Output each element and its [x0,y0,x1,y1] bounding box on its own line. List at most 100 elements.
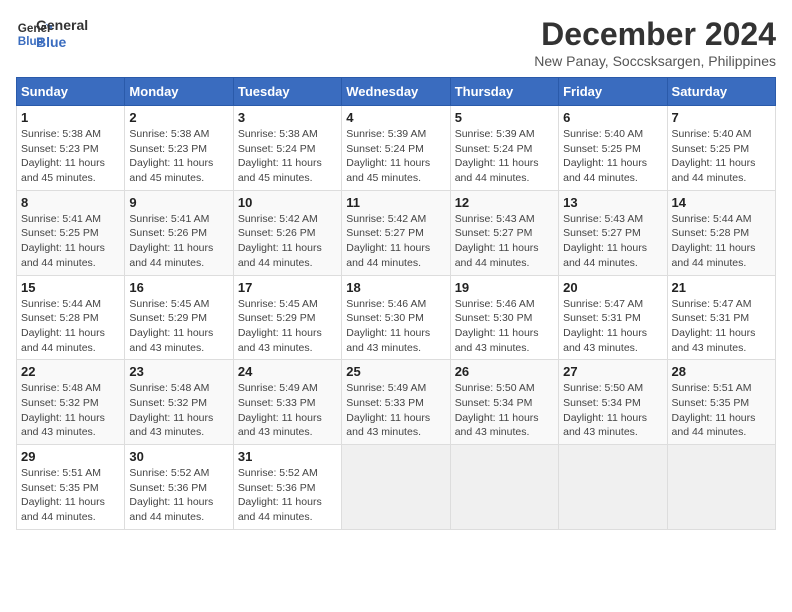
weekday-header-friday: Friday [559,78,667,106]
calendar-cell [559,445,667,530]
calendar-cell: 30 Sunrise: 5:52 AM Sunset: 5:36 PM Dayli… [125,445,233,530]
day-number: 10 [238,195,337,210]
calendar-cell: 31 Sunrise: 5:52 AM Sunset: 5:36 PM Dayli… [233,445,341,530]
calendar-cell: 18 Sunrise: 5:46 AM Sunset: 5:30 PM Dayli… [342,275,450,360]
day-number: 18 [346,280,445,295]
day-number: 22 [21,364,120,379]
day-info: Sunrise: 5:39 AM Sunset: 5:24 PM Dayligh… [346,127,445,186]
calendar-cell: 2 Sunrise: 5:38 AM Sunset: 5:23 PM Daylig… [125,106,233,191]
day-number: 24 [238,364,337,379]
day-info: Sunrise: 5:43 AM Sunset: 5:27 PM Dayligh… [563,212,662,271]
day-number: 8 [21,195,120,210]
day-number: 20 [563,280,662,295]
day-number: 27 [563,364,662,379]
day-number: 23 [129,364,228,379]
calendar-week-2: 8 Sunrise: 5:41 AM Sunset: 5:25 PM Daylig… [17,190,776,275]
logo-line1: General [36,17,88,34]
calendar-cell [342,445,450,530]
calendar-cell: 29 Sunrise: 5:51 AM Sunset: 5:35 PM Dayli… [17,445,125,530]
calendar-cell: 4 Sunrise: 5:39 AM Sunset: 5:24 PM Daylig… [342,106,450,191]
day-number: 19 [455,280,554,295]
weekday-header-wednesday: Wednesday [342,78,450,106]
day-info: Sunrise: 5:41 AM Sunset: 5:26 PM Dayligh… [129,212,228,271]
day-info: Sunrise: 5:52 AM Sunset: 5:36 PM Dayligh… [129,466,228,525]
calendar-week-3: 15Sunrise: 5:44 AM Sunset: 5:28 PM Dayli… [17,275,776,360]
calendar-cell: 3 Sunrise: 5:38 AM Sunset: 5:24 PM Daylig… [233,106,341,191]
day-number: 28 [672,364,771,379]
calendar-cell [450,445,558,530]
calendar-cell: 12 Sunrise: 5:43 AM Sunset: 5:27 PM Dayli… [450,190,558,275]
day-info: Sunrise: 5:39 AM Sunset: 5:24 PM Dayligh… [455,127,554,186]
day-info: Sunrise: 5:47 AM Sunset: 5:31 PM Dayligh… [563,297,662,356]
title-section: December 2024 New Panay, Soccsksargen, P… [534,16,776,69]
day-info: Sunrise: 5:45 AM Sunset: 5:29 PM Dayligh… [129,297,228,356]
day-number: 30 [129,449,228,464]
calendar-week-1: 1 Sunrise: 5:38 AM Sunset: 5:23 PM Daylig… [17,106,776,191]
calendar: SundayMondayTuesdayWednesdayThursdayFrid… [16,77,776,530]
calendar-cell: 20 Sunrise: 5:47 AM Sunset: 5:31 PM Dayli… [559,275,667,360]
day-number: 14 [672,195,771,210]
day-info: Sunrise: 5:49 AM Sunset: 5:33 PM Dayligh… [238,381,337,440]
day-number: 4 [346,110,445,125]
day-number: 5 [455,110,554,125]
day-info: Sunrise: 5:51 AM Sunset: 5:35 PM Dayligh… [672,381,771,440]
day-number: 25 [346,364,445,379]
day-number: 6 [563,110,662,125]
calendar-cell: 22 Sunrise: 5:48 AM Sunset: 5:32 PM Dayli… [17,360,125,445]
calendar-cell: 13Sunrise: 5:43 AM Sunset: 5:27 PM Dayli… [559,190,667,275]
calendar-cell: 21 Sunrise: 5:47 AM Sunset: 5:31 PM Dayli… [667,275,775,360]
day-info: Sunrise: 5:47 AM Sunset: 5:31 PM Dayligh… [672,297,771,356]
day-number: 29 [21,449,120,464]
calendar-week-5: 29 Sunrise: 5:51 AM Sunset: 5:35 PM Dayli… [17,445,776,530]
calendar-week-4: 22 Sunrise: 5:48 AM Sunset: 5:32 PM Dayli… [17,360,776,445]
day-number: 21 [672,280,771,295]
main-title: December 2024 [534,16,776,53]
day-number: 1 [21,110,120,125]
subtitle: New Panay, Soccsksargen, Philippines [534,53,776,69]
day-number: 17 [238,280,337,295]
calendar-cell: 1Sunrise: 5:38 AM Sunset: 5:23 PM Daylig… [17,106,125,191]
day-info: Sunrise: 5:49 AM Sunset: 5:33 PM Dayligh… [346,381,445,440]
calendar-cell: 17Sunrise: 5:45 AM Sunset: 5:29 PM Dayli… [233,275,341,360]
day-info: Sunrise: 5:41 AM Sunset: 5:25 PM Dayligh… [21,212,120,271]
day-info: Sunrise: 5:38 AM Sunset: 5:23 PM Dayligh… [129,127,228,186]
day-number: 31 [238,449,337,464]
day-number: 9 [129,195,228,210]
calendar-cell: 6 Sunrise: 5:40 AM Sunset: 5:25 PM Daylig… [559,106,667,191]
day-info: Sunrise: 5:38 AM Sunset: 5:24 PM Dayligh… [238,127,337,186]
logo-line2: Blue [36,34,88,51]
weekday-header-monday: Monday [125,78,233,106]
calendar-cell: 11 Sunrise: 5:42 AM Sunset: 5:27 PM Dayli… [342,190,450,275]
day-info: Sunrise: 5:43 AM Sunset: 5:27 PM Dayligh… [455,212,554,271]
calendar-cell: 7 Sunrise: 5:40 AM Sunset: 5:25 PM Daylig… [667,106,775,191]
day-number: 2 [129,110,228,125]
day-info: Sunrise: 5:52 AM Sunset: 5:36 PM Dayligh… [238,466,337,525]
day-info: Sunrise: 5:46 AM Sunset: 5:30 PM Dayligh… [346,297,445,356]
day-info: Sunrise: 5:42 AM Sunset: 5:26 PM Dayligh… [238,212,337,271]
calendar-cell: 8 Sunrise: 5:41 AM Sunset: 5:25 PM Daylig… [17,190,125,275]
calendar-cell [667,445,775,530]
day-info: Sunrise: 5:42 AM Sunset: 5:27 PM Dayligh… [346,212,445,271]
day-info: Sunrise: 5:48 AM Sunset: 5:32 PM Dayligh… [21,381,120,440]
day-info: Sunrise: 5:44 AM Sunset: 5:28 PM Dayligh… [21,297,120,356]
day-info: Sunrise: 5:51 AM Sunset: 5:35 PM Dayligh… [21,466,120,525]
calendar-cell: 28 Sunrise: 5:51 AM Sunset: 5:35 PM Dayli… [667,360,775,445]
day-number: 12 [455,195,554,210]
day-number: 11 [346,195,445,210]
calendar-cell: 9 Sunrise: 5:41 AM Sunset: 5:26 PM Daylig… [125,190,233,275]
day-number: 3 [238,110,337,125]
weekday-header-sunday: Sunday [17,78,125,106]
day-info: Sunrise: 5:40 AM Sunset: 5:25 PM Dayligh… [563,127,662,186]
calendar-cell: 26Sunrise: 5:50 AM Sunset: 5:34 PM Dayli… [450,360,558,445]
day-number: 7 [672,110,771,125]
calendar-cell: 25 Sunrise: 5:49 AM Sunset: 5:33 PM Dayli… [342,360,450,445]
calendar-cell: 23Sunrise: 5:48 AM Sunset: 5:32 PM Dayli… [125,360,233,445]
calendar-cell: 24 Sunrise: 5:49 AM Sunset: 5:33 PM Dayli… [233,360,341,445]
day-number: 16 [129,280,228,295]
logo: General Blue General Blue [16,16,88,52]
day-info: Sunrise: 5:40 AM Sunset: 5:25 PM Dayligh… [672,127,771,186]
day-info: Sunrise: 5:50 AM Sunset: 5:34 PM Dayligh… [563,381,662,440]
calendar-cell: 10 Sunrise: 5:42 AM Sunset: 5:26 PM Dayli… [233,190,341,275]
header: General Blue General Blue December 2024 … [16,16,776,69]
weekday-header-tuesday: Tuesday [233,78,341,106]
